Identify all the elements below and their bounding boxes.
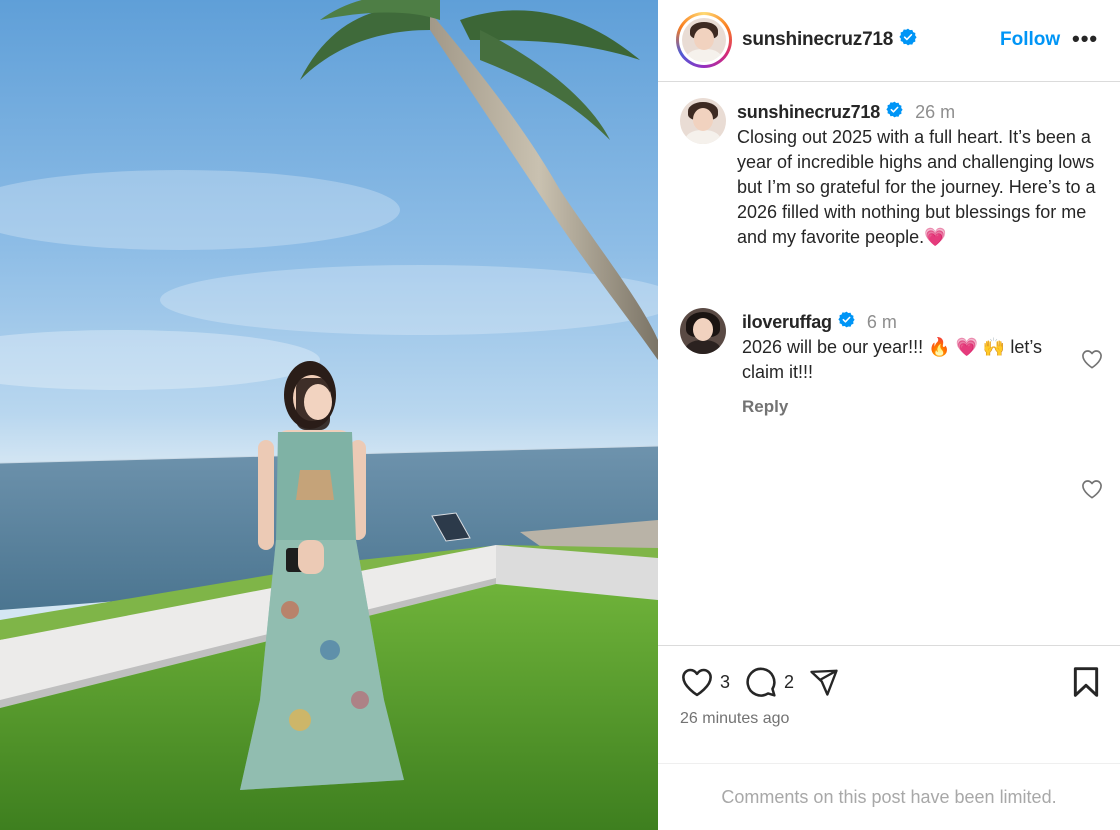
reply-link[interactable]: Reply	[742, 397, 788, 417]
avatar	[680, 98, 726, 144]
share-icon[interactable]	[808, 667, 840, 697]
commenter-username[interactable]: iloveruffag	[742, 310, 832, 335]
comment-text: 2026 will be our year!!! 🔥 💗 🙌 let’s cla…	[742, 337, 1043, 382]
post-timestamp: 26 minutes ago	[680, 710, 790, 727]
post-header: sunshinecruz718 Follow •••	[658, 0, 1120, 82]
author-avatar-story-ring[interactable]	[676, 12, 732, 68]
heart-icon[interactable]	[680, 667, 714, 697]
avatar	[682, 18, 726, 62]
post-actions: 3 2 26 minutes ago	[658, 645, 1120, 763]
more-options-icon[interactable]: •••	[1072, 26, 1098, 52]
caption-avatar[interactable]	[680, 98, 726, 144]
post-photo-art	[0, 0, 658, 830]
caption-time: 26 m	[915, 102, 956, 122]
post-side-panel: sunshinecruz718 Follow ••• sunshinecruz7…	[658, 0, 1120, 830]
post-photo	[0, 0, 658, 830]
follow-button[interactable]: Follow	[1000, 29, 1060, 51]
commenter-avatar[interactable]	[680, 308, 726, 354]
verified-badge-icon	[886, 100, 903, 125]
comments-limited-notice: Comments on this post have been limited.	[658, 763, 1120, 830]
comment-count[interactable]: 2	[784, 672, 794, 693]
caption-text: Closing out 2025 with a full heart. It’s…	[737, 127, 1096, 247]
verified-badge-icon	[838, 310, 855, 335]
caption-body: sunshinecruz718 26 m Closing out 2025 wi…	[737, 100, 1097, 250]
comment-time: 6 m	[866, 312, 897, 332]
action-row: 3 2	[680, 666, 840, 698]
comment-icon[interactable]	[744, 666, 778, 698]
verified-badge-icon	[899, 28, 917, 51]
author-name-row: sunshinecruz718	[742, 28, 917, 51]
comment-like-heart-icon[interactable]	[1081, 349, 1103, 374]
author-username[interactable]: sunshinecruz718	[742, 29, 893, 51]
avatar	[680, 308, 726, 354]
bookmark-icon[interactable]	[1072, 666, 1100, 703]
comment-body: iloveruffag 6 m 2026 will be our year!!!…	[742, 310, 1072, 385]
like-count[interactable]: 3	[720, 672, 730, 693]
caption-username[interactable]: sunshinecruz718	[737, 100, 880, 125]
caption-like-heart-icon[interactable]	[1081, 479, 1103, 504]
